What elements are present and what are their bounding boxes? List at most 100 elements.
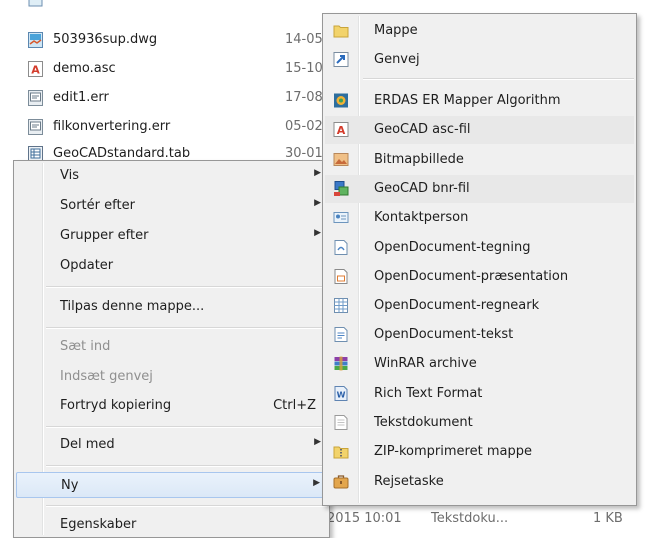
file-name: filkonvertering.err	[53, 119, 171, 134]
dwg-file-icon	[28, 32, 43, 48]
submenu-item-label: GeoCAD asc-fil	[374, 122, 471, 137]
submenu-item-label: WinRAR archive	[374, 356, 477, 371]
file-name: demo.asc	[53, 61, 116, 76]
submenu-item-opendocument-praesentation[interactable]: OpenDocument-præsentation	[325, 263, 634, 291]
submenu-item-opendocument-tegning[interactable]: OpenDocument-tegning	[325, 234, 634, 262]
submenu-arrow-icon: ▶	[314, 168, 321, 178]
file-date: 17-08	[285, 90, 323, 105]
menu-item-label: Egenskaber	[60, 517, 137, 532]
submenu-item-label: Kontaktperson	[374, 210, 469, 225]
submenu-item-zip-komprimeret-mappe[interactable]: ZIP-komprimeret mappe	[325, 438, 634, 466]
odp-icon	[334, 269, 348, 284]
menu-item-label: Sæt ind	[60, 339, 111, 354]
submenu-item-geocad-bnr[interactable]: GeoCAD bnr-fil	[325, 175, 634, 203]
file-name: GeoCADstandard.tab	[53, 146, 191, 161]
menu-item-ny[interactable]: Ny ▶	[16, 472, 327, 498]
shortcut-icon	[333, 52, 349, 67]
odg-icon	[334, 240, 348, 255]
submenu-item-opendocument-regneark[interactable]: OpenDocument-regneark	[325, 292, 634, 320]
file-icon	[28, 0, 43, 7]
menu-separator	[46, 465, 327, 467]
odt-icon	[334, 327, 348, 342]
submenu-item-erdas[interactable]: ERDAS ER Mapper Algorithm	[325, 87, 634, 115]
contact-icon	[333, 212, 349, 223]
submenu-item-label: Bitmapbillede	[374, 152, 464, 167]
menu-item-label: Ny	[61, 478, 79, 493]
svg-text:A: A	[337, 124, 346, 137]
submenu-item-tekstdokument[interactable]: Tekstdokument	[325, 409, 634, 437]
submenu-arrow-icon: ▶	[313, 478, 320, 488]
bitmap-icon	[333, 153, 349, 166]
menu-item-label: Opdater	[60, 258, 114, 273]
menu-item-vis[interactable]: Vis ▶	[16, 163, 327, 189]
folder-icon	[333, 25, 349, 38]
zip-folder-icon	[333, 446, 349, 459]
text-document-icon	[334, 415, 348, 430]
briefcase-icon	[333, 475, 349, 489]
submenu-arrow-icon: ▶	[314, 228, 321, 238]
menu-separator	[46, 426, 327, 428]
shortcut-label: Ctrl+Z	[273, 398, 316, 413]
file-name: edit1.err	[53, 90, 109, 105]
submenu-item-label: Rich Text Format	[374, 386, 483, 401]
menu-item-saet-ind[interactable]: Sæt ind	[16, 334, 327, 360]
menu-item-egenskaber[interactable]: Egenskaber	[16, 512, 327, 538]
menu-separator	[46, 505, 327, 507]
menu-item-label: Tilpas denne mappe...	[60, 299, 205, 314]
file-row[interactable]: 2015 10:01 Tekstdoku... 1 KB	[325, 508, 646, 530]
submenu-item-label: OpenDocument-regneark	[374, 298, 540, 313]
submenu-item-label: ZIP-komprimeret mappe	[374, 444, 532, 459]
menu-item-del-med[interactable]: Del med ▶	[16, 432, 327, 458]
menu-item-indsaet-genvej[interactable]: Indsæt genvej	[16, 364, 327, 390]
svg-text:A: A	[31, 64, 40, 77]
file-type: Tekstdoku...	[431, 511, 509, 526]
submenu-item-genvej[interactable]: Genvej	[325, 46, 634, 74]
file-date: 14-05	[285, 32, 323, 47]
submenu-item-label: Rejsetaske	[374, 474, 444, 489]
file-row[interactable]	[0, 0, 646, 10]
file-size: 1 KB	[593, 511, 623, 526]
menu-separator	[363, 78, 634, 80]
submenu-item-label: GeoCAD bnr-fil	[374, 181, 470, 196]
submenu-item-kontaktperson[interactable]: Kontaktperson	[325, 204, 634, 232]
menu-item-tilpas-denne-mappe[interactable]: Tilpas denne mappe...	[16, 294, 327, 320]
file-date: 05-02	[285, 119, 323, 134]
asc-file-icon: A	[28, 61, 43, 77]
submenu-arrow-icon: ▶	[314, 198, 321, 208]
submenu-item-label: OpenDocument-tegning	[374, 240, 531, 255]
ods-icon	[334, 298, 348, 313]
submenu-item-bitmapbillede[interactable]: Bitmapbillede	[325, 146, 634, 174]
menu-item-label: Indsæt genvej	[60, 369, 153, 384]
menu-item-opdater[interactable]: Opdater	[16, 253, 327, 279]
err-file-icon	[28, 119, 43, 135]
context-menu: Vis ▶ Sortér efter ▶ Grupper efter ▶ Opd…	[13, 160, 330, 538]
submenu-item-label: Mappe	[374, 23, 418, 38]
menu-separator	[46, 286, 327, 288]
submenu-item-opendocument-tekst[interactable]: OpenDocument-tekst	[325, 321, 634, 349]
rtf-icon: W	[334, 386, 348, 401]
geocad-bnr-icon	[334, 181, 349, 196]
erdas-icon	[334, 93, 348, 108]
menu-item-label: Del med	[60, 437, 115, 452]
menu-item-sorter-efter[interactable]: Sortér efter ▶	[16, 193, 327, 219]
submenu-item-rich-text-format[interactable]: W Rich Text Format	[325, 380, 634, 408]
submenu-item-label: ERDAS ER Mapper Algorithm	[374, 93, 561, 108]
menu-item-label: Fortryd kopiering	[60, 398, 172, 413]
submenu-item-label: OpenDocument-tekst	[374, 327, 514, 342]
menu-item-fortryd-kopiering[interactable]: Fortryd kopiering Ctrl+Z	[16, 393, 327, 419]
submenu-item-label: Genvej	[374, 52, 420, 67]
menu-item-label: Grupper efter	[60, 228, 149, 243]
menu-item-grupper-efter[interactable]: Grupper efter ▶	[16, 223, 327, 249]
file-date: 2015 10:01	[327, 511, 402, 526]
submenu-item-geocad-asc[interactable]: A GeoCAD asc-fil	[325, 116, 634, 144]
file-date: 30-01	[285, 146, 323, 161]
geocad-asc-icon: A	[333, 122, 349, 137]
submenu-item-label: OpenDocument-præsentation	[374, 269, 569, 284]
submenu-item-rejsetaske[interactable]: Rejsetaske	[325, 468, 634, 496]
file-date: 15-10	[285, 61, 323, 76]
submenu-item-mappe[interactable]: Mappe	[325, 17, 634, 45]
new-submenu: Mappe Genvej ERDAS ER Mapper Algorithm A…	[322, 13, 637, 506]
menu-separator	[46, 327, 327, 329]
menu-item-label: Vis	[60, 168, 79, 183]
submenu-item-winrar-archive[interactable]: WinRAR archive	[325, 350, 634, 378]
